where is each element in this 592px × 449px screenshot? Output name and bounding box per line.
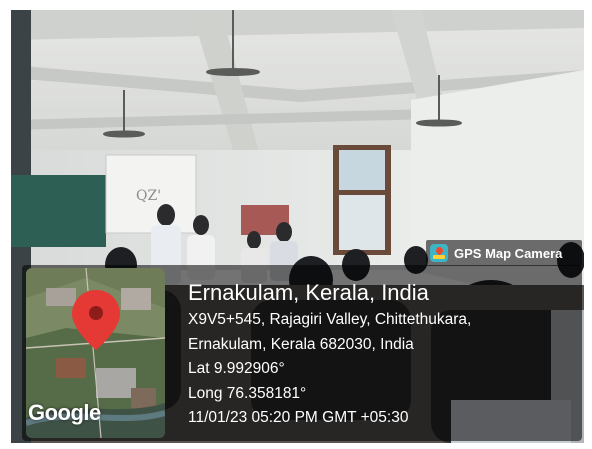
map-pin-icon [430, 244, 448, 262]
address-line-1: X9V5+545, Rajagiri Valley, Chittethukara… [188, 311, 472, 328]
projector-screen-text: QZ' [136, 188, 161, 204]
google-logo: Google [28, 400, 101, 425]
gps-map-camera-badge: GPS Map Camera [426, 240, 582, 266]
location-title: Ernakulam, Kerala, India [188, 280, 429, 305]
datetime: 11/01/23 05:20 PM GMT +05:30 [188, 409, 409, 426]
longitude: Long 76.358181° [188, 384, 307, 402]
address-line-2: Ernakulam, Kerala 682030, India [188, 335, 414, 353]
latitude: Lat 9.992906° [188, 360, 285, 377]
location-info: Ernakulam, Kerala, India X9V5+545, Rajag… [188, 278, 471, 431]
brand-label: GPS Map Camera [454, 245, 563, 261]
